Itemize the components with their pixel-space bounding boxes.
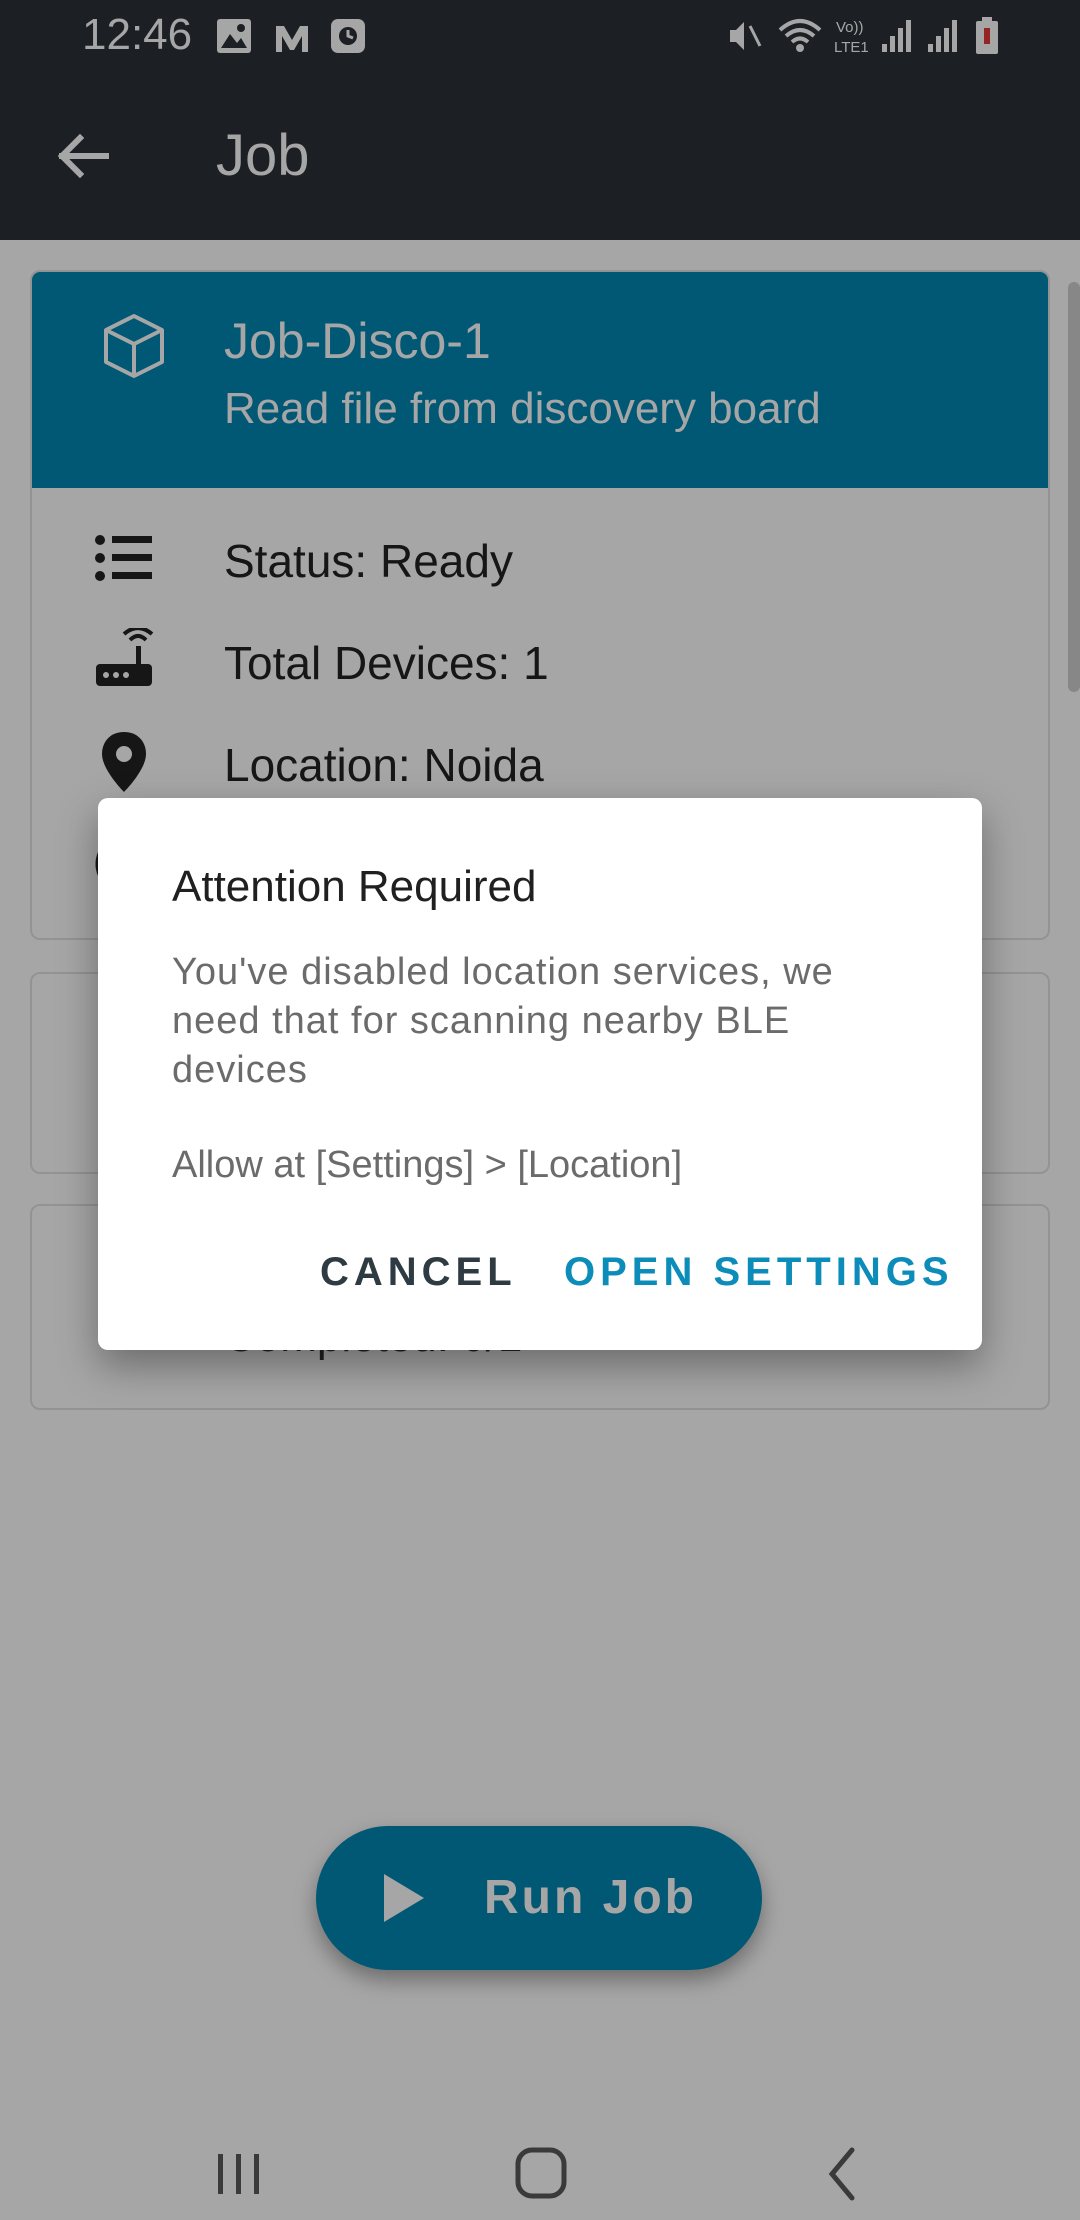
cancel-button[interactable]: CANCEL	[320, 1242, 517, 1302]
dialog-message: You've disabled location services, we ne…	[172, 951, 834, 1091]
dialog-hint: Allow at [Settings] > [Location]	[172, 1144, 683, 1186]
attention-dialog: Attention Required You've disabled locat…	[98, 798, 982, 1350]
open-settings-button[interactable]: OPEN SETTINGS	[564, 1242, 954, 1302]
dialog-title: Attention Required	[172, 862, 537, 911]
